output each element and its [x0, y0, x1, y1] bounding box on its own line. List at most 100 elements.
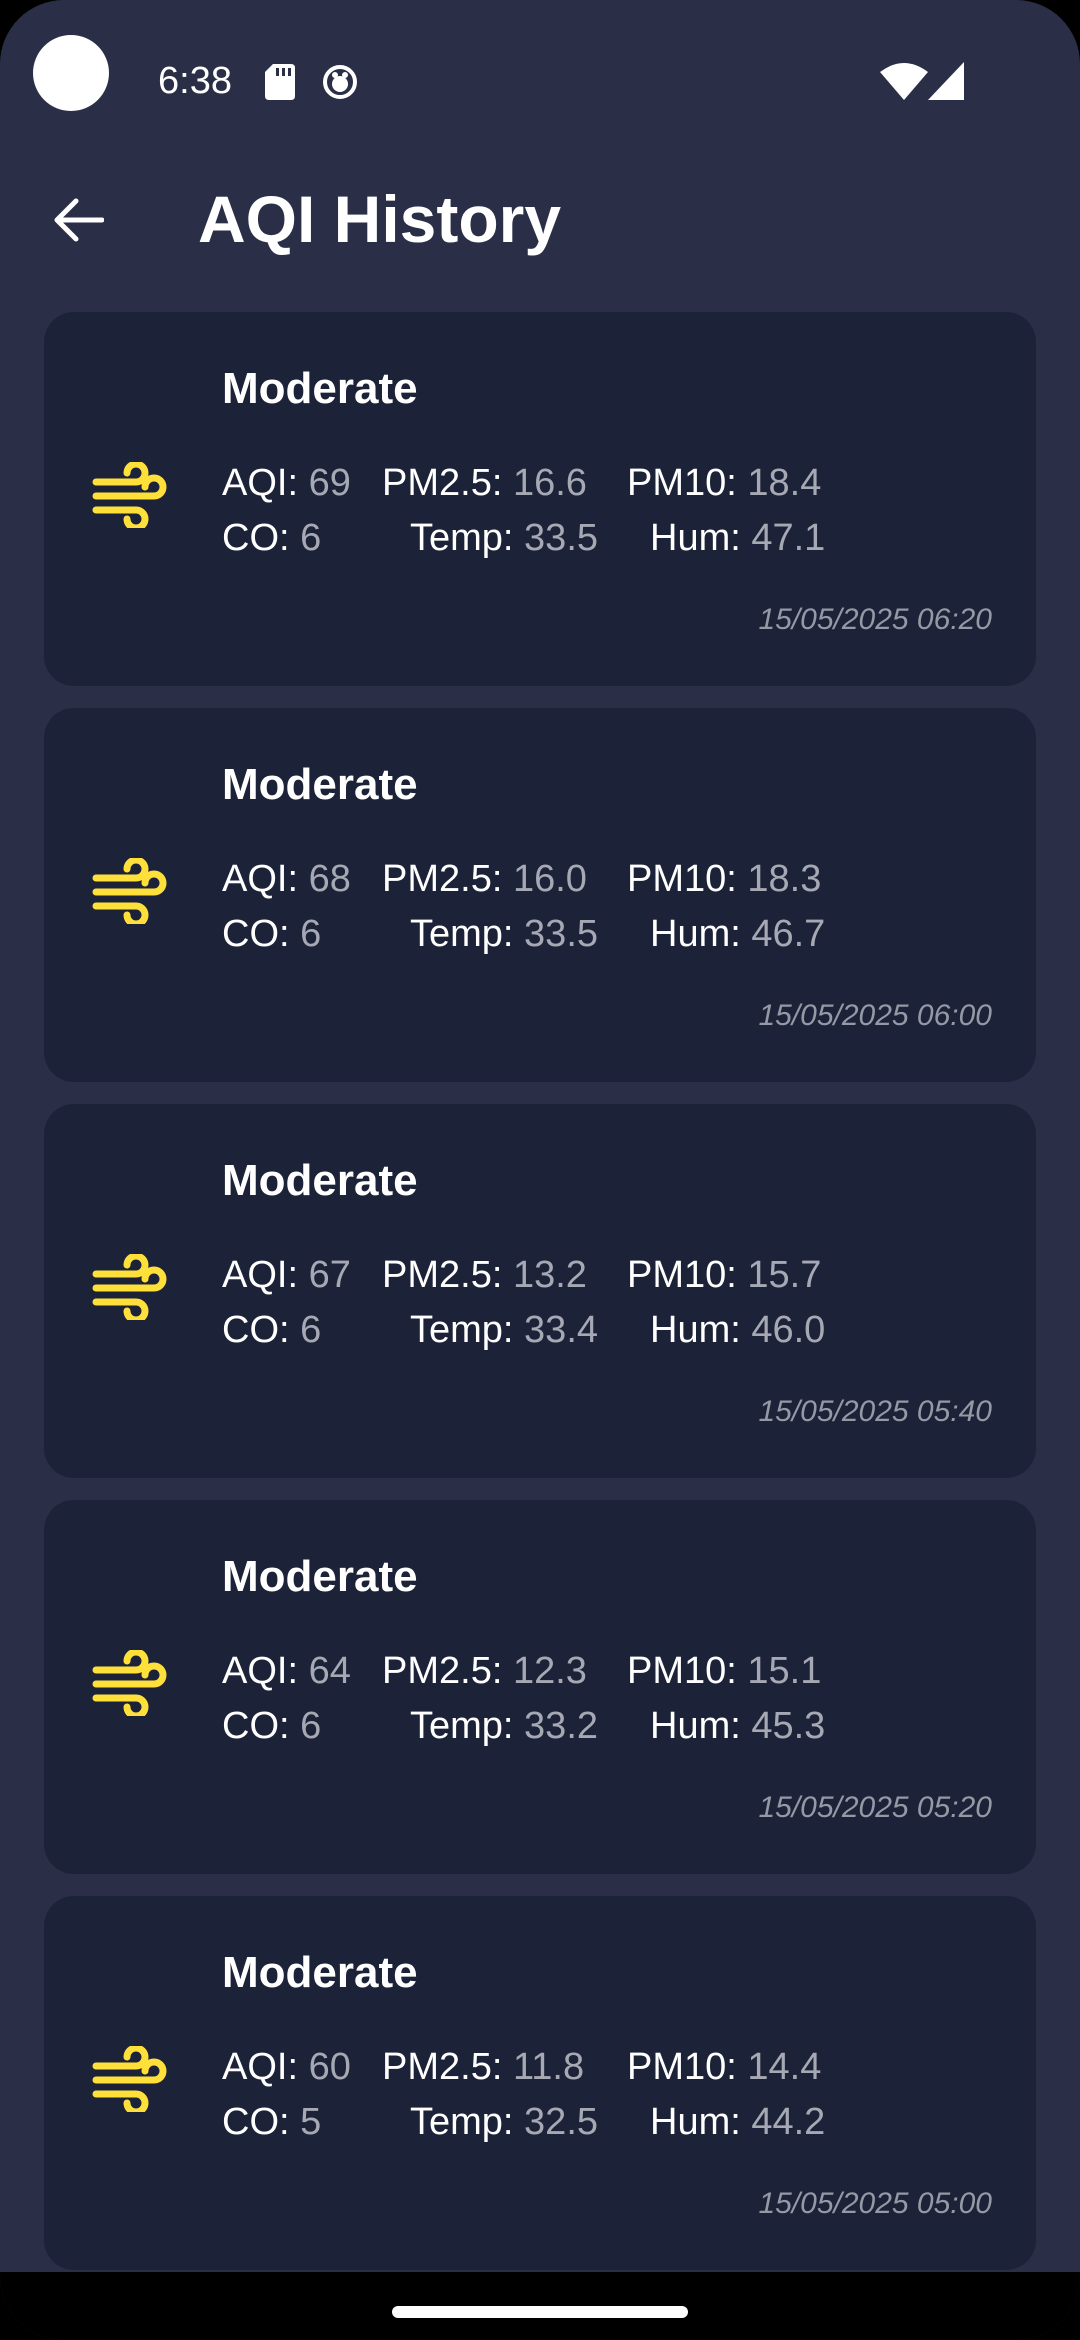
- pm10-value: 15.7: [747, 1254, 822, 1296]
- pm25-metric: PM2.5: 16.6: [382, 460, 587, 506]
- pm25-label: PM2.5:: [382, 2046, 503, 2088]
- hum-value: 47.1: [751, 517, 826, 559]
- pm10-label: PM10:: [627, 858, 737, 900]
- history-card[interactable]: Moderate AQI: 69 PM2.5: 16.6 PM10: 18.4 …: [44, 312, 1036, 686]
- hum-value: 45.3: [751, 1705, 826, 1747]
- pm10-label: PM10:: [627, 1254, 737, 1296]
- temp-metric: Temp: 33.2: [410, 1703, 598, 1749]
- aqi-label: AQI:: [222, 462, 299, 504]
- aqi-category: Moderate: [222, 760, 418, 809]
- pm25-label: PM2.5:: [382, 462, 503, 504]
- temp-metric: Temp: 33.5: [410, 911, 598, 957]
- aqi-value: 68: [308, 858, 351, 900]
- co-metric: CO: 5: [222, 2099, 321, 2145]
- pm25-metric: PM2.5: 11.8: [382, 2044, 584, 2090]
- hum-metric: Hum: 47.1: [650, 515, 825, 561]
- status-time: 6:38: [158, 60, 232, 102]
- co-label: CO:: [222, 1309, 290, 1351]
- history-card[interactable]: Moderate AQI: 64 PM2.5: 12.3 PM10: 15.1 …: [44, 1500, 1036, 1874]
- hum-metric: Hum: 45.3: [650, 1703, 825, 1749]
- hum-metric: Hum: 46.7: [650, 911, 825, 957]
- arrow-back-icon: [54, 198, 104, 242]
- hum-label: Hum:: [650, 517, 741, 559]
- pm10-value: 18.4: [747, 462, 822, 504]
- aqi-metric: AQI: 69: [222, 460, 351, 506]
- temp-metric: Temp: 33.5: [410, 515, 598, 561]
- pm10-value: 14.4: [747, 2046, 822, 2088]
- pm25-metric: PM2.5: 12.3: [382, 1648, 587, 1694]
- pm10-value: 15.1: [747, 1650, 822, 1692]
- co-label: CO:: [222, 2101, 290, 2143]
- hum-label: Hum:: [650, 1309, 741, 1351]
- aqi-label: AQI:: [222, 1650, 299, 1692]
- pm25-label: PM2.5:: [382, 1650, 503, 1692]
- aqi-label: AQI:: [222, 1254, 299, 1296]
- hum-metric: Hum: 44.2: [650, 2099, 825, 2145]
- co-value: 6: [300, 517, 322, 559]
- temp-value: 32.5: [524, 2101, 599, 2143]
- co-metric: CO: 6: [222, 911, 321, 957]
- aqi-label: AQI:: [222, 2046, 299, 2088]
- pm25-label: PM2.5:: [382, 858, 503, 900]
- screen: 6:38 AQI History Moderate AQI: 69 PM2.5:…: [0, 0, 1080, 2340]
- camera-cutout: [33, 35, 109, 111]
- pm25-value: 16.0: [512, 858, 587, 900]
- co-value: 5: [300, 2101, 322, 2143]
- aqi-metric: AQI: 67: [222, 1252, 351, 1298]
- signal-icon: [928, 62, 964, 100]
- temp-metric: Temp: 32.5: [410, 2099, 598, 2145]
- history-card[interactable]: Moderate AQI: 68 PM2.5: 16.0 PM10: 18.3 …: [44, 708, 1036, 1082]
- temp-value: 33.2: [524, 1705, 599, 1747]
- timestamp: 15/05/2025 05:00: [758, 2187, 992, 2220]
- pm25-value: 11.8: [512, 2046, 585, 2088]
- timestamp: 15/05/2025 05:20: [758, 1791, 992, 1824]
- temp-label: Temp:: [410, 1309, 514, 1351]
- aqi-category: Moderate: [222, 1552, 418, 1601]
- hum-value: 44.2: [751, 2101, 826, 2143]
- co-value: 6: [300, 1705, 322, 1747]
- back-button[interactable]: [40, 182, 116, 258]
- aqi-label: AQI:: [222, 858, 299, 900]
- co-metric: CO: 6: [222, 1307, 321, 1353]
- aqi-category: Moderate: [222, 1156, 418, 1205]
- co-label: CO:: [222, 1705, 290, 1747]
- home-indicator[interactable]: [392, 2306, 688, 2318]
- timestamp: 15/05/2025 05:40: [758, 1395, 992, 1428]
- pm25-value: 16.6: [512, 462, 587, 504]
- temp-value: 33.4: [524, 1309, 599, 1351]
- aqi-metric: AQI: 60: [222, 2044, 351, 2090]
- timestamp: 15/05/2025 06:20: [758, 603, 992, 636]
- pm25-metric: PM2.5: 16.0: [382, 856, 587, 902]
- co-metric: CO: 6: [222, 1703, 321, 1749]
- co-metric: CO: 6: [222, 515, 321, 561]
- hum-label: Hum:: [650, 913, 741, 955]
- hum-value: 46.7: [751, 913, 826, 955]
- notification-icon: [323, 65, 357, 99]
- pm10-value: 18.3: [747, 858, 822, 900]
- wind-icon: [92, 462, 167, 528]
- pm10-metric: PM10: 15.1: [627, 1648, 821, 1694]
- wind-icon: [92, 2046, 167, 2112]
- page-title: AQI History: [198, 182, 562, 256]
- pm25-label: PM2.5:: [382, 1254, 503, 1296]
- pm25-value: 12.3: [512, 1650, 587, 1692]
- pm10-metric: PM10: 18.4: [627, 460, 821, 506]
- temp-label: Temp:: [410, 517, 514, 559]
- pm10-metric: PM10: 15.7: [627, 1252, 821, 1298]
- history-card[interactable]: Moderate AQI: 60 PM2.5: 11.8 PM10: 14.4 …: [44, 1896, 1036, 2270]
- timestamp: 15/05/2025 06:00: [758, 999, 992, 1032]
- temp-label: Temp:: [410, 913, 514, 955]
- aqi-value: 60: [308, 2046, 351, 2088]
- wind-icon: [92, 858, 167, 924]
- aqi-value: 67: [308, 1254, 351, 1296]
- temp-label: Temp:: [410, 2101, 514, 2143]
- pm10-metric: PM10: 14.4: [627, 2044, 821, 2090]
- wind-icon: [92, 1650, 167, 1716]
- history-list[interactable]: Moderate AQI: 69 PM2.5: 16.6 PM10: 18.4 …: [44, 312, 1036, 2292]
- hum-metric: Hum: 46.0: [650, 1307, 825, 1353]
- aqi-category: Moderate: [222, 364, 418, 413]
- pm10-metric: PM10: 18.3: [627, 856, 821, 902]
- history-card[interactable]: Moderate AQI: 67 PM2.5: 13.2 PM10: 15.7 …: [44, 1104, 1036, 1478]
- temp-label: Temp:: [410, 1705, 514, 1747]
- pm25-metric: PM2.5: 13.2: [382, 1252, 587, 1298]
